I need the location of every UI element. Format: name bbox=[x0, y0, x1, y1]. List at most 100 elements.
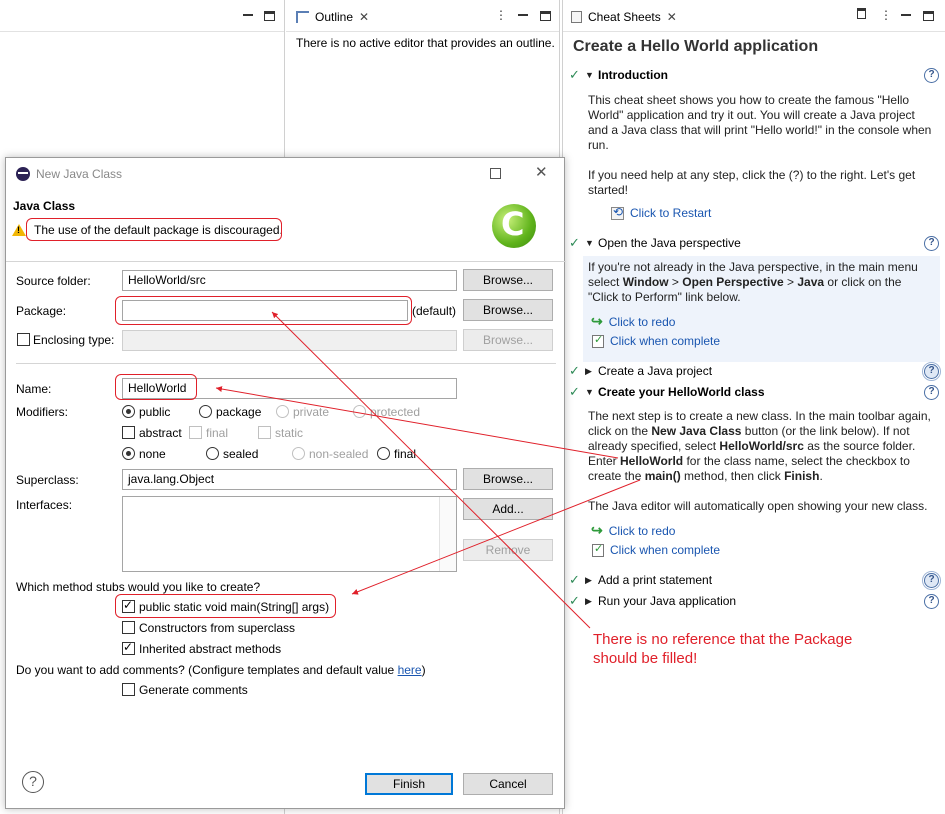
collapsed-triangle-icon[interactable]: ▶ bbox=[585, 596, 592, 607]
step-run-application[interactable]: ✓ ▶ Run your Java application ? bbox=[563, 591, 945, 611]
package-browse-button[interactable]: Browse... bbox=[463, 299, 553, 321]
redo-icon: ↪ bbox=[591, 522, 603, 538]
redo-link[interactable]: ↪ Click to redo bbox=[591, 313, 675, 330]
help-icon[interactable]: ? bbox=[922, 361, 941, 381]
tab-cheat-sheets-label: Cheat Sheets bbox=[588, 10, 661, 24]
help-icon[interactable]: ? bbox=[924, 384, 939, 400]
add-interface-button[interactable]: Add... bbox=[463, 498, 553, 520]
package-input[interactable] bbox=[122, 300, 408, 321]
warning-icon: ! bbox=[12, 224, 26, 236]
collapsed-triangle-icon[interactable]: ▶ bbox=[585, 575, 592, 586]
step-introduction[interactable]: ✓ ▼ Introduction ? bbox=[563, 65, 945, 85]
minimize-icon[interactable] bbox=[901, 10, 911, 16]
source-folder-browse-button[interactable]: Browse... bbox=[463, 269, 553, 291]
help-icon[interactable]: ? bbox=[924, 235, 939, 251]
tab-cheat-sheets[interactable]: Cheat Sheets ✕ bbox=[565, 4, 683, 30]
complete-icon bbox=[592, 333, 604, 348]
modifier-public-radio[interactable] bbox=[122, 405, 135, 418]
modifier-final-label: final bbox=[206, 426, 229, 440]
complete-link[interactable]: Click when complete bbox=[592, 333, 720, 348]
restart-icon bbox=[611, 205, 624, 220]
modifier-sealed-label: sealed bbox=[223, 447, 259, 461]
check-icon: ✓ bbox=[569, 67, 580, 82]
complete-link[interactable]: Click when complete bbox=[592, 542, 720, 557]
editor-tabbar bbox=[0, 0, 284, 32]
redo-link[interactable]: ↪ Click to redo bbox=[591, 522, 675, 539]
source-folder-label: Source folder: bbox=[16, 274, 91, 288]
close-icon[interactable]: ✕ bbox=[359, 10, 369, 24]
package-label: Package: bbox=[16, 304, 67, 318]
finish-button[interactable]: Finish bbox=[365, 773, 453, 795]
package-default-label: (default) bbox=[412, 304, 457, 318]
restart-label: Click to Restart bbox=[630, 206, 712, 220]
close-icon[interactable]: ✕ bbox=[535, 163, 548, 181]
maximize-icon[interactable] bbox=[540, 11, 551, 21]
maximize-icon[interactable] bbox=[490, 168, 501, 179]
modifier-package-radio[interactable] bbox=[199, 405, 212, 418]
help-icon[interactable]: ? bbox=[924, 67, 939, 83]
stub-main-label: public static void main(String[] args) bbox=[139, 600, 330, 614]
expanded-triangle-icon[interactable]: ▼ bbox=[585, 387, 594, 397]
enclosing-type-label: Enclosing type: bbox=[33, 333, 115, 347]
stub-main-checkbox[interactable] bbox=[122, 598, 135, 613]
banner-separator bbox=[6, 261, 566, 262]
help-icon[interactable]: ? bbox=[924, 593, 939, 609]
help-icon[interactable]: ? bbox=[22, 771, 44, 793]
name-input[interactable]: HelloWorld bbox=[122, 378, 457, 399]
minimize-icon[interactable] bbox=[243, 10, 253, 16]
step-create-class[interactable]: ✓ ▼ Create your HelloWorld class ? bbox=[563, 382, 945, 402]
modifier-public-label: public bbox=[139, 405, 171, 419]
expanded-triangle-icon[interactable]: ▼ bbox=[585, 238, 594, 248]
modifier-none-radio[interactable] bbox=[122, 447, 135, 460]
restart-link[interactable]: Click to Restart bbox=[611, 205, 712, 220]
eclipse-icon bbox=[16, 167, 30, 181]
java-class-logo: C bbox=[492, 204, 536, 248]
view-menu-icon[interactable]: ⋮ bbox=[879, 8, 893, 22]
expanded-triangle-icon[interactable]: ▼ bbox=[585, 70, 594, 80]
menu-open-perspective: Open Perspective bbox=[682, 275, 784, 289]
cheatsheet-icon bbox=[571, 11, 582, 23]
interfaces-list[interactable] bbox=[122, 496, 457, 572]
cancel-button[interactable]: Cancel bbox=[463, 773, 553, 795]
minimize-icon[interactable] bbox=[518, 10, 528, 16]
maximize-icon[interactable] bbox=[264, 11, 275, 21]
complete-icon bbox=[592, 542, 604, 557]
step-create-project[interactable]: ✓ ▶ Create a Java project ? bbox=[563, 361, 945, 381]
view-menu-icon[interactable]: ⋮ bbox=[494, 8, 508, 22]
warning-message: The use of the default package is discou… bbox=[34, 223, 283, 237]
step-run-application-label: Run your Java application bbox=[598, 594, 737, 608]
modifier-protected-label: protected bbox=[370, 405, 421, 419]
dialog-titlebar: New Java Class ✕ bbox=[6, 158, 564, 190]
enclosing-type-checkbox[interactable] bbox=[17, 333, 30, 346]
separator: > bbox=[668, 275, 683, 289]
superclass-input[interactable]: java.lang.Object bbox=[122, 469, 457, 490]
generate-comments-checkbox[interactable] bbox=[122, 683, 135, 696]
interfaces-scrollbar[interactable] bbox=[439, 497, 456, 571]
annotation-line-1: There is no reference that the Package bbox=[593, 631, 853, 648]
modifier-sealed-radio[interactable] bbox=[206, 447, 219, 460]
modifier-private-radio bbox=[276, 405, 289, 418]
modifier-final-radio[interactable] bbox=[377, 447, 390, 460]
step-print-statement[interactable]: ✓ ▶ Add a print statement ? bbox=[563, 570, 945, 590]
source-folder-input[interactable]: HelloWorld/src bbox=[122, 270, 457, 291]
stub-constructors-checkbox[interactable] bbox=[122, 621, 135, 634]
modifier-abstract-checkbox[interactable] bbox=[122, 426, 135, 439]
stub-inherited-checkbox[interactable] bbox=[122, 640, 135, 655]
menu-window: Window bbox=[622, 275, 669, 289]
outline-tabbar: Outline ✕ ⋮ bbox=[286, 0, 559, 32]
maximize-icon[interactable] bbox=[923, 11, 934, 21]
configure-templates-link[interactable]: here bbox=[398, 663, 422, 677]
redo-icon: ↪ bbox=[591, 313, 603, 329]
outline-message: There is no active editor that provides … bbox=[296, 36, 555, 50]
collapsed-triangle-icon[interactable]: ▶ bbox=[585, 366, 592, 377]
help-icon[interactable]: ? bbox=[922, 570, 941, 590]
collapse-icon[interactable] bbox=[854, 8, 868, 22]
new-java-class-dialog: New Java Class ✕ Java Class ! The use of… bbox=[5, 157, 566, 809]
tab-outline[interactable]: Outline ✕ bbox=[290, 4, 376, 30]
class-bold: New Java Class bbox=[651, 424, 742, 438]
close-icon[interactable]: ✕ bbox=[667, 10, 677, 24]
cheatsheet-title: Create a Hello World application bbox=[573, 38, 819, 55]
superclass-browse-button[interactable]: Browse... bbox=[463, 468, 553, 490]
step-print-statement-label: Add a print statement bbox=[598, 573, 713, 587]
step-open-perspective[interactable]: ✓ ▼ Open the Java perspective ? bbox=[563, 233, 945, 253]
